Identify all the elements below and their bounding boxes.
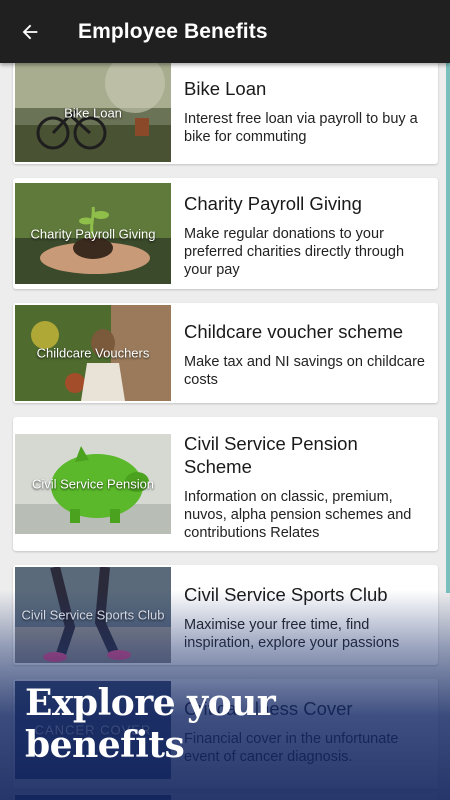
benefit-description: Make tax and NI savings on childcare cos… (184, 354, 425, 388)
benefit-image: Bike Loan (15, 63, 171, 162)
thumb-label: Charity Payroll Giving (30, 226, 156, 241)
benefit-description: Interest free loan via payroll to buy a … (184, 111, 418, 145)
benefit-image: Civil Service Sports Club (15, 567, 171, 663)
benefit-description: Maximise your free time, find inspiratio… (184, 617, 400, 651)
benefit-image: CANCER COVER (15, 681, 171, 779)
benefit-description: Make regular donations to your preferred… (184, 226, 405, 278)
benefit-text: Charity Payroll Giving Make regular dona… (184, 192, 426, 279)
benefit-image: Charity Payroll Giving (15, 183, 171, 284)
benefit-image: Childcare Vouchers (15, 305, 171, 401)
benefit-title: Childcare voucher scheme (184, 321, 404, 342)
benefit-card-critical-illness-cover[interactable]: CANCER COVER Critical Illness Cover Fina… (13, 679, 438, 789)
thumb-label: Civil Service Sports Club (21, 607, 165, 623)
arrow-left-icon (22, 24, 38, 39)
scroll-edge-indicator (446, 63, 450, 593)
thumb-label: Bike Loan (64, 105, 122, 120)
page-title: Employee Benefits (78, 19, 268, 43)
thumb-label: Civil Service Pension (31, 476, 155, 492)
benefit-title: Charity Payroll Giving (184, 193, 362, 214)
back-button[interactable] (0, 0, 60, 63)
benefit-text: Critical Illness Cover Financial cover i… (184, 697, 426, 766)
benefit-description: Financial cover in the unfortunate event… (184, 731, 399, 765)
app-bar: Employee Benefits (0, 0, 450, 63)
benefit-text: Civil Service Pension Scheme Information… (184, 432, 426, 542)
benefit-image: Civil Service Pension (15, 434, 171, 534)
benefit-title: Critical Illness Cover (184, 698, 353, 719)
benefit-text: Civil Service Sports Club Maximise your … (184, 583, 426, 652)
benefit-title: Bike Loan (184, 78, 267, 99)
benefit-card-childcare-voucher-scheme[interactable]: Childcare Vouchers Childcare voucher sch… (13, 303, 438, 403)
benefit-card-next[interactable] (13, 793, 438, 800)
benefit-card-civil-service-pension-scheme[interactable]: Civil Service Pension Civil Service Pens… (13, 417, 438, 551)
thumb-label: CANCER COVER (34, 722, 152, 738)
benefit-text: Bike Loan Interest free loan via payroll… (184, 77, 426, 146)
benefit-title: Civil Service Sports Club (184, 584, 388, 605)
benefit-title: Civil Service Pension Scheme (184, 433, 358, 477)
thumb-label: Childcare Vouchers (36, 345, 150, 361)
benefit-card-bike-loan[interactable]: Bike Loan Bike Loan Interest free loan v… (13, 63, 438, 164)
benefit-description: Information on classic, premium, nuvos, … (184, 489, 412, 541)
benefit-text: Childcare voucher scheme Make tax and NI… (184, 320, 426, 389)
benefit-card-charity-payroll-giving[interactable]: Charity Payroll Giving Charity Payroll G… (13, 178, 438, 289)
benefit-card-civil-service-sports-club[interactable]: Civil Service Sports Club Civil Service … (13, 565, 438, 665)
benefit-image (15, 795, 171, 800)
benefits-list[interactable]: Bike Loan Bike Loan Interest free loan v… (0, 63, 450, 800)
